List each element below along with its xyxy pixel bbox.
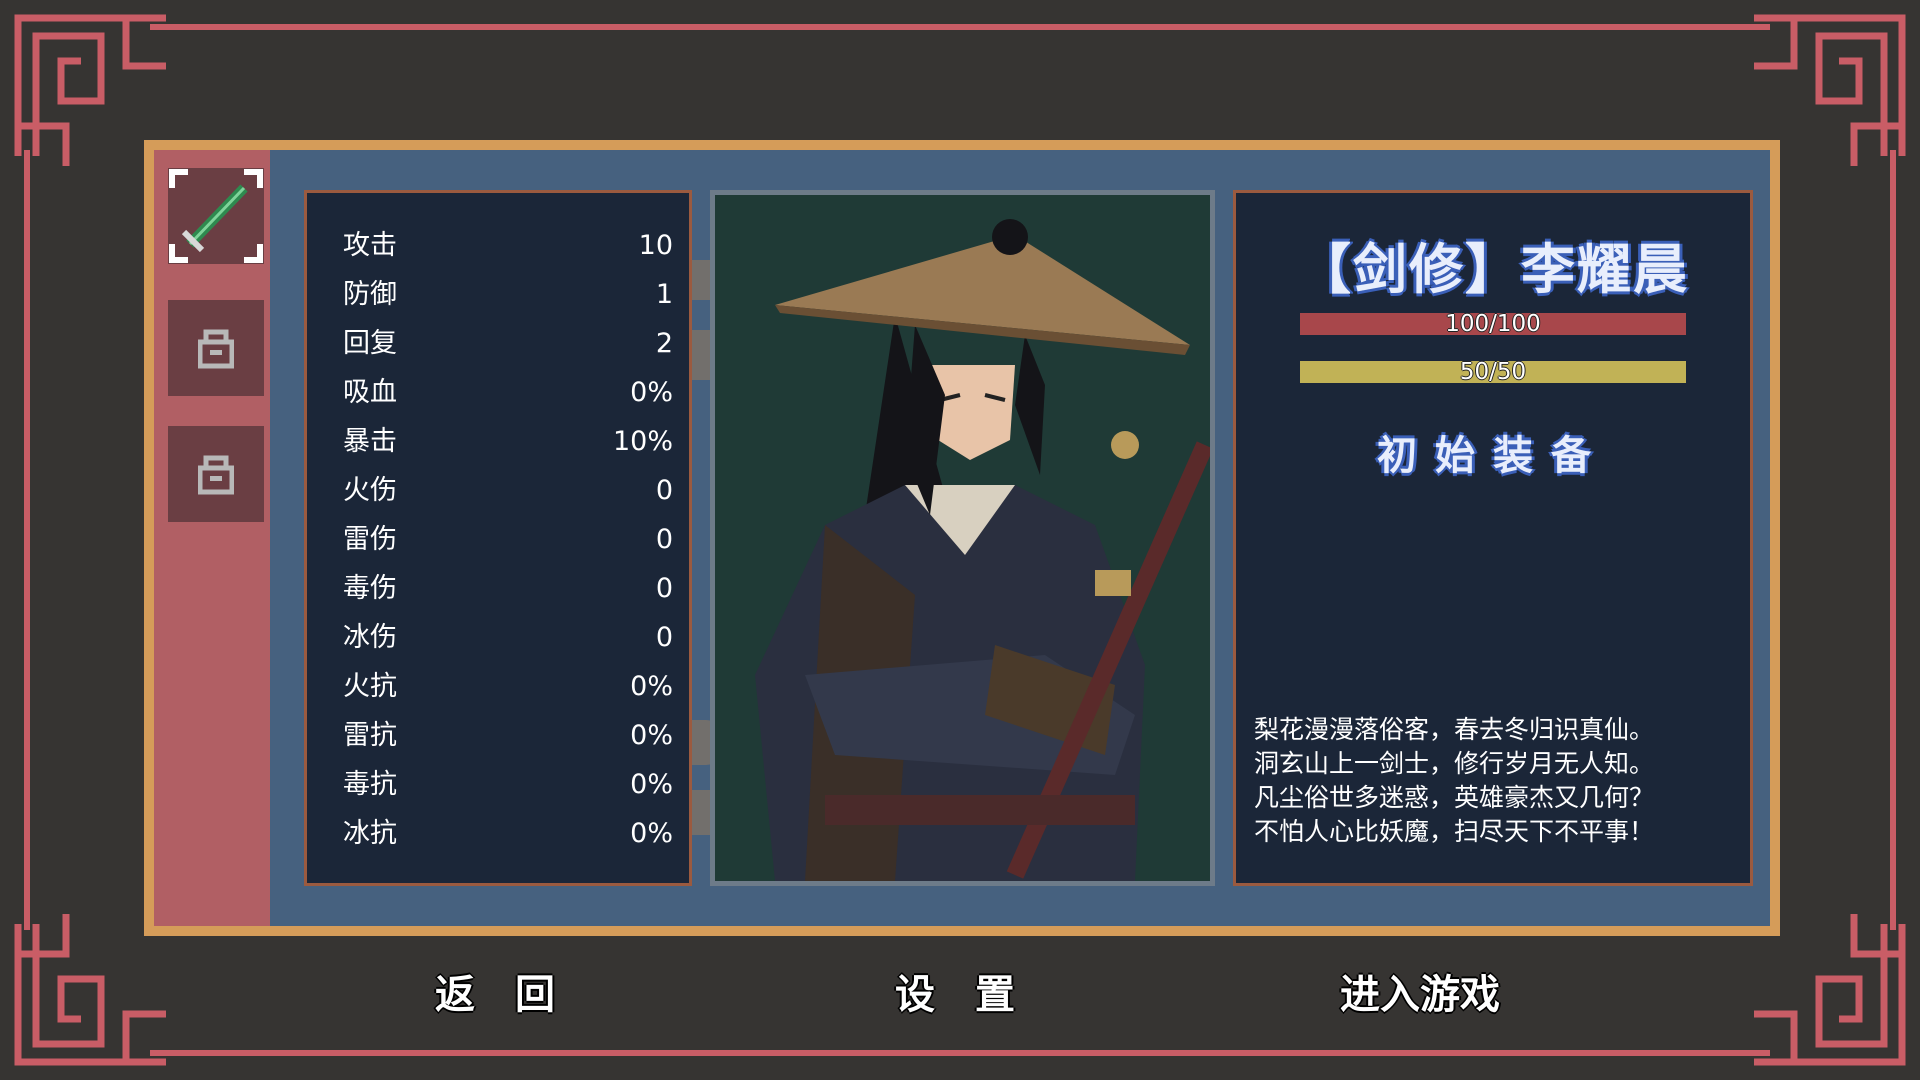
equipment-slot-column: [154, 150, 270, 926]
stat-row-lifesteal: 吸血 0%: [343, 368, 673, 417]
bio-poem-line: 凡尘俗世多迷惑，英雄豪杰又几何？: [1254, 783, 1655, 812]
stat-label: 毒伤: [343, 573, 397, 604]
stat-label: 雷伤: [343, 524, 397, 555]
stat-value: 10%: [612, 426, 673, 457]
stat-row-regen: 回复 2: [343, 319, 673, 368]
settings-button[interactable]: 设 置: [865, 962, 1045, 1018]
frame-left-line: [24, 150, 30, 930]
stat-value: 1: [655, 279, 673, 310]
stat-row-fire-damage: 火伤 0: [343, 466, 673, 515]
stat-row-thunder-damage: 雷伤 0: [343, 515, 673, 564]
slot-sword[interactable]: [168, 168, 264, 264]
stat-row-poison-resist: 毒抗 0%: [343, 760, 673, 809]
bio-poem-line: 不怕人心比妖魔，扫尽天下不平事！: [1254, 817, 1655, 846]
hp-bar: 100/100: [1300, 311, 1686, 337]
starting-equipment-label: 初始装备: [1377, 433, 1609, 479]
stat-label: 防御: [343, 279, 397, 310]
bio-poem-line: 洞玄山上一剑士，修行岁月无人知。: [1254, 749, 1655, 778]
stat-label: 攻击: [343, 230, 397, 261]
stat-value: 0: [655, 573, 673, 604]
frame-right-line: [1890, 150, 1896, 930]
stat-label: 回复: [343, 328, 397, 359]
enter-game-button[interactable]: 进入游戏: [1330, 962, 1510, 1018]
stat-value: 0%: [630, 671, 673, 702]
stat-value: 2: [655, 328, 673, 359]
hp-text: 100/100: [1445, 311, 1541, 337]
lock-icon: [198, 329, 234, 369]
stat-label: 冰伤: [343, 622, 397, 653]
stat-label: 冰抗: [343, 818, 397, 849]
character-portrait: [710, 190, 1215, 886]
stat-value: 10: [638, 230, 673, 261]
stat-label: 吸血: [343, 377, 397, 408]
stat-label: 火伤: [343, 475, 397, 506]
stat-label: 暴击: [343, 426, 397, 457]
stat-row-defense: 防御 1: [343, 270, 673, 319]
slot-locked[interactable]: [168, 426, 264, 522]
stat-value: 0: [655, 622, 673, 653]
stat-value: 0%: [630, 720, 673, 751]
stat-row-ice-resist: 冰抗 0%: [343, 809, 673, 858]
stat-value: 0%: [630, 377, 673, 408]
bio-poem-line: 梨花漫漫落俗客，春去冬归识真仙。: [1254, 715, 1655, 744]
stat-row-poison-damage: 毒伤 0: [343, 564, 673, 613]
stat-row-fire-resist: 火抗 0%: [343, 662, 673, 711]
stat-value: 0%: [630, 769, 673, 800]
swordsman-portrait: [715, 195, 1210, 881]
back-button[interactable]: 返 回: [410, 962, 580, 1018]
stat-value: 0: [655, 524, 673, 555]
slot-locked[interactable]: [168, 300, 264, 396]
stat-row-ice-damage: 冰伤 0: [343, 613, 673, 662]
stat-label: 雷抗: [343, 720, 397, 751]
mp-text: 50/50: [1459, 359, 1527, 385]
character-info-panel: 【剑修】李耀晨 100/100 50/50 初始装备 梨花漫漫落俗客，春去冬归识…: [1233, 190, 1753, 886]
stat-row-attack: 攻击 10: [343, 221, 673, 270]
character-name: 【剑修】李耀晨: [1297, 238, 1689, 301]
stat-value: 0: [655, 475, 673, 506]
stat-row-crit: 暴击 10%: [343, 417, 673, 466]
stat-value: 0%: [630, 818, 673, 849]
stat-label: 毒抗: [343, 769, 397, 800]
mp-bar: 50/50: [1300, 359, 1686, 385]
lock-icon: [198, 455, 234, 495]
frame-top-line: [150, 24, 1770, 30]
stats-panel: 攻击 10 防御 1 回复 2 吸血 0% 暴击 10% 火伤 0 雷伤 0 毒…: [304, 190, 692, 886]
stat-label: 火抗: [343, 671, 397, 702]
sword-icon: [169, 169, 263, 263]
frame-bottom-line: [150, 1050, 1770, 1056]
stat-row-thunder-resist: 雷抗 0%: [343, 711, 673, 760]
